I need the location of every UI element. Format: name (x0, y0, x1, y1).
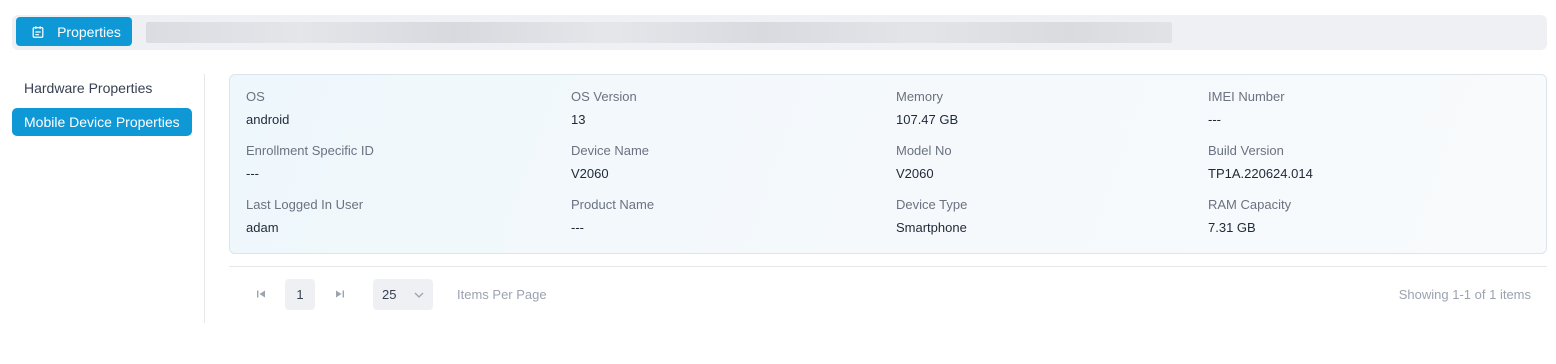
page-number-button[interactable]: 1 (285, 279, 315, 310)
property-value: --- (246, 166, 259, 181)
property-imei-number: IMEI Number --- (1208, 89, 1285, 128)
property-value: V2060 (896, 166, 934, 181)
property-build-version: Build Version TP1A.220624.014 (1208, 143, 1313, 182)
pager-divider (229, 266, 1547, 267)
property-last-logged-in-user: Last Logged In User adam (246, 197, 363, 236)
sidebar-item-label: Hardware Properties (24, 80, 153, 96)
sidebar-item-hardware-properties[interactable]: Hardware Properties (12, 74, 192, 102)
property-label: Enrollment Specific ID (246, 143, 374, 158)
property-os: OS android (246, 89, 289, 128)
items-per-page-label: Items Per Page (457, 287, 547, 302)
property-value: 7.31 GB (1208, 220, 1256, 235)
properties-button-label: Properties (57, 23, 121, 40)
properties-panel: OS android OS Version 13 Memory 107.47 G… (229, 74, 1547, 254)
pagination-status: Showing 1-1 of 1 items (1398, 287, 1531, 302)
property-label: Device Name (571, 143, 650, 158)
page-size-value: 25 (382, 287, 397, 302)
property-enrollment-specific-id: Enrollment Specific ID --- (246, 143, 374, 182)
property-label: Device Type (896, 197, 968, 212)
property-label: Model No (896, 143, 952, 158)
property-memory: Memory 107.47 GB (896, 89, 958, 128)
property-os-version: OS Version 13 (571, 89, 637, 128)
property-device-type: Device Type Smartphone (896, 197, 967, 236)
header-bar: Properties (12, 15, 1547, 50)
property-value: Smartphone (896, 220, 967, 235)
sidebar: Hardware Properties Mobile Device Proper… (12, 74, 204, 142)
property-device-name: Device Name V2060 (571, 143, 649, 182)
chevron-down-icon (414, 292, 424, 298)
property-value: --- (571, 220, 584, 235)
property-label: IMEI Number (1208, 89, 1285, 104)
property-value: V2060 (571, 166, 609, 181)
property-label: OS Version (571, 89, 637, 104)
property-label: Build Version (1208, 143, 1284, 158)
sidebar-item-mobile-device-properties[interactable]: Mobile Device Properties (12, 108, 192, 136)
calendar-clipboard-icon (32, 25, 44, 38)
property-value: 107.47 GB (896, 112, 959, 127)
property-model-no: Model No V2060 (896, 143, 952, 182)
property-ram-capacity: RAM Capacity 7.31 GB (1208, 197, 1291, 236)
property-label: RAM Capacity (1208, 197, 1292, 212)
last-page-icon[interactable] (333, 287, 347, 301)
page-size-select[interactable]: 25 (373, 279, 433, 310)
breadcrumb-redacted (146, 22, 1172, 43)
first-page-icon[interactable] (254, 287, 268, 301)
property-value: --- (1208, 112, 1221, 127)
property-label: Memory (896, 89, 943, 104)
property-value: TP1A.220624.014 (1208, 166, 1313, 181)
property-value: adam (246, 220, 279, 235)
pagination: 1 25 Items Per Page Showing 1-1 of 1 ite… (229, 279, 1547, 311)
property-label: Product Name (571, 197, 655, 212)
property-value: 13 (571, 112, 586, 127)
property-label: Last Logged In User (246, 197, 364, 212)
property-product-name: Product Name --- (571, 197, 654, 236)
properties-button[interactable]: Properties (16, 17, 132, 46)
sidebar-divider (204, 74, 205, 323)
property-label: OS (246, 89, 265, 104)
property-value: android (246, 112, 290, 127)
sidebar-item-label: Mobile Device Properties (24, 114, 180, 130)
